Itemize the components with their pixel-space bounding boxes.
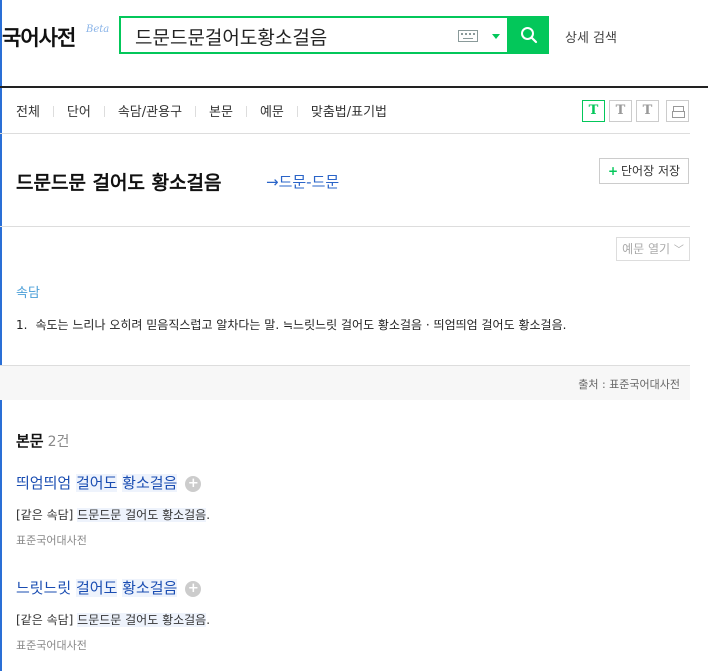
body-section-header: 본문 2건 xyxy=(16,430,69,451)
tab-body-text[interactable]: 본문 xyxy=(209,101,233,120)
entry-divider xyxy=(0,226,690,227)
result-desc-suffix: . xyxy=(206,613,211,627)
plus-icon: + xyxy=(607,164,619,178)
result-count: 2건 xyxy=(47,434,70,450)
font-size-large-button[interactable]: T xyxy=(636,100,659,122)
result-source: 표준국어대사전 xyxy=(16,639,87,652)
result-title-text: 느릿느릿 xyxy=(16,579,76,597)
definition-text: 속도는 느리나 오히려 믿음직스럽고 알차다는 말. ≒느릿느릿 걸어도 황소걸… xyxy=(35,318,567,332)
dictionary-logo[interactable]: 국어사전 xyxy=(2,22,76,52)
tab-separator xyxy=(103,106,105,117)
save-to-wordbook-label: 단어장 저장 xyxy=(621,164,681,178)
add-icon[interactable]: + xyxy=(185,476,202,492)
result-title-link[interactable]: 띄엄띄엄 걸어도 황소걸음 + xyxy=(16,472,202,493)
font-size-medium-button[interactable]: T xyxy=(609,100,632,122)
example-toggle-button[interactable]: 예문 열기 ﹀ xyxy=(616,237,690,261)
tabs-divider xyxy=(0,133,690,134)
add-icon[interactable]: + xyxy=(185,581,202,597)
search-icon xyxy=(521,27,538,44)
result-title-highlight: 걸어도 xyxy=(75,474,118,492)
tab-separator xyxy=(296,106,298,117)
window-left-edge xyxy=(0,0,2,671)
definition-number: 1. xyxy=(16,318,28,332)
definition-item: 1. 속도는 느리나 오히려 믿음직스럽고 알차다는 말. ≒느릿느릿 걸어도 황… xyxy=(16,316,566,333)
tab-all[interactable]: 전체 xyxy=(16,101,40,120)
tab-spelling[interactable]: 맞춤법/표기법 xyxy=(311,101,387,120)
search-box xyxy=(119,16,509,54)
result-description: [같은 속담] 드문드문 걸어도 황소걸음. xyxy=(16,506,210,523)
result-source: 표준국어대사전 xyxy=(16,534,87,547)
entry-ref-link[interactable]: →드문-드문 xyxy=(266,171,339,192)
caret-down-icon[interactable] xyxy=(492,34,500,39)
source-bar: 출처 : 표준국어대사전 xyxy=(0,366,690,400)
section-title: 본문 xyxy=(16,432,44,450)
category-tabs: 전체 단어 속담/관용구 본문 예문 맞춤법/표기법 xyxy=(16,101,387,120)
result-desc-highlight: 드문드문 걸어도 황소걸음 xyxy=(77,508,207,522)
entry-title: 드문드문 걸어도 황소걸음 xyxy=(16,172,222,194)
save-to-wordbook-button[interactable]: + 단어장 저장 xyxy=(599,158,689,184)
example-toggle-label: 예문 열기 xyxy=(622,242,671,256)
result-title-text: 띄엄띄엄 xyxy=(16,474,76,492)
tab-separator xyxy=(245,106,247,117)
result-title-highlight: 황소걸음 xyxy=(122,474,178,492)
header-divider xyxy=(0,86,708,88)
result-desc-highlight: 드문드문 걸어도 황소걸음 xyxy=(77,613,207,627)
tab-proverb-idiom[interactable]: 속담/관용구 xyxy=(118,101,182,120)
print-icon[interactable] xyxy=(666,100,689,122)
tab-separator xyxy=(195,106,197,117)
result-title-highlight: 황소걸음 xyxy=(122,579,178,597)
result-desc-prefix: [같은 속담] xyxy=(16,508,78,522)
search-button[interactable] xyxy=(509,16,549,54)
advanced-search-link[interactable]: 상세 검색 xyxy=(565,27,617,46)
tab-example[interactable]: 예문 xyxy=(260,101,284,120)
source-text: 출처 : 표준국어대사전 xyxy=(578,378,680,391)
result-title-link[interactable]: 느릿느릿 걸어도 황소걸음 + xyxy=(16,577,202,598)
beta-badge: Beta xyxy=(86,24,110,35)
font-size-small-button[interactable]: T xyxy=(582,100,605,122)
part-of-speech-label: 속담 xyxy=(16,286,40,301)
result-desc-suffix: . xyxy=(206,508,211,522)
result-desc-prefix: [같은 속담] xyxy=(16,613,78,627)
result-description: [같은 속담] 드문드문 걸어도 황소걸음. xyxy=(16,611,210,628)
chevron-down-icon: ﹀ xyxy=(673,245,684,256)
tab-word[interactable]: 단어 xyxy=(67,101,91,120)
search-input[interactable] xyxy=(135,21,435,51)
result-title-highlight: 걸어도 xyxy=(75,579,118,597)
tab-separator xyxy=(52,106,54,117)
keyboard-icon[interactable] xyxy=(458,30,478,42)
